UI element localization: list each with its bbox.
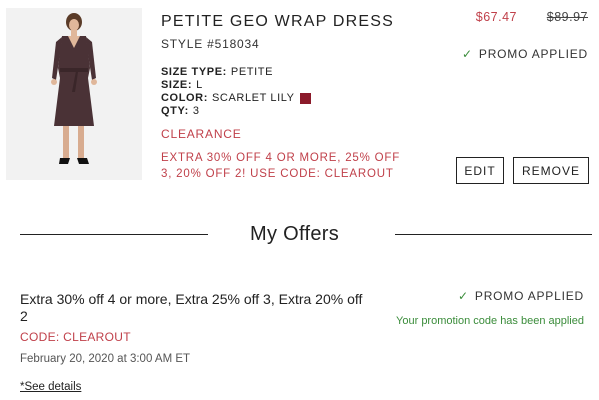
attr-value: 3 [192,105,200,117]
promo-applied-label: PROMO APPLIED [478,47,588,61]
promo-applied-status: ✓ PROMO APPLIED [462,47,588,61]
attr-qty: QTY: 3 [161,105,311,118]
offer-status: ✓ PROMO APPLIED [458,289,584,303]
offer-status-label: PROMO APPLIED [474,289,584,303]
original-price: $89.97 [546,10,588,24]
attr-value: L [196,79,203,91]
product-style-number: STYLE #518034 [161,37,260,51]
sale-price: $67.47 [475,10,517,24]
product-attributes: SIZE TYPE: PETITE SIZE: L COLOR: SCARLET… [161,66,311,118]
attr-key: QTY: [161,105,189,117]
remove-button[interactable]: REMOVE [513,157,589,184]
attr-key: COLOR: [161,92,208,104]
offer-code: CODE: CLEAROUT [20,330,131,344]
attr-key: SIZE TYPE: [161,66,227,78]
attr-value: SCARLET LILY [211,92,295,104]
attr-size: SIZE: L [161,79,311,92]
see-details-link[interactable]: *See details [20,381,81,393]
attr-size-type: SIZE TYPE: PETITE [161,66,311,79]
divider-left [20,234,208,235]
product-title: PETITE GEO WRAP DRESS [161,13,394,30]
offer-status-message: Your promotion code has been applied [396,315,584,327]
check-icon: ✓ [458,289,469,303]
offer-description: Extra 30% off 4 or more, Extra 25% off 3… [20,291,363,324]
clearance-label: CLEARANCE [161,127,242,141]
offers-section-title: My Offers [250,223,340,245]
attr-key: SIZE: [161,79,193,91]
attr-value: PETITE [230,66,274,78]
edit-button[interactable]: EDIT [456,157,504,184]
color-swatch [299,93,311,104]
divider-right [395,234,592,235]
offer-date: February 20, 2020 at 3:00 AM ET [20,353,191,365]
promo-message: EXTRA 30% OFF 4 OR MORE, 25% OFF 3, 20% … [161,152,401,180]
dress-photo [6,8,142,180]
check-icon: ✓ [462,47,473,61]
product-image[interactable] [6,8,142,180]
attr-color: COLOR: SCARLET LILY [161,92,311,105]
